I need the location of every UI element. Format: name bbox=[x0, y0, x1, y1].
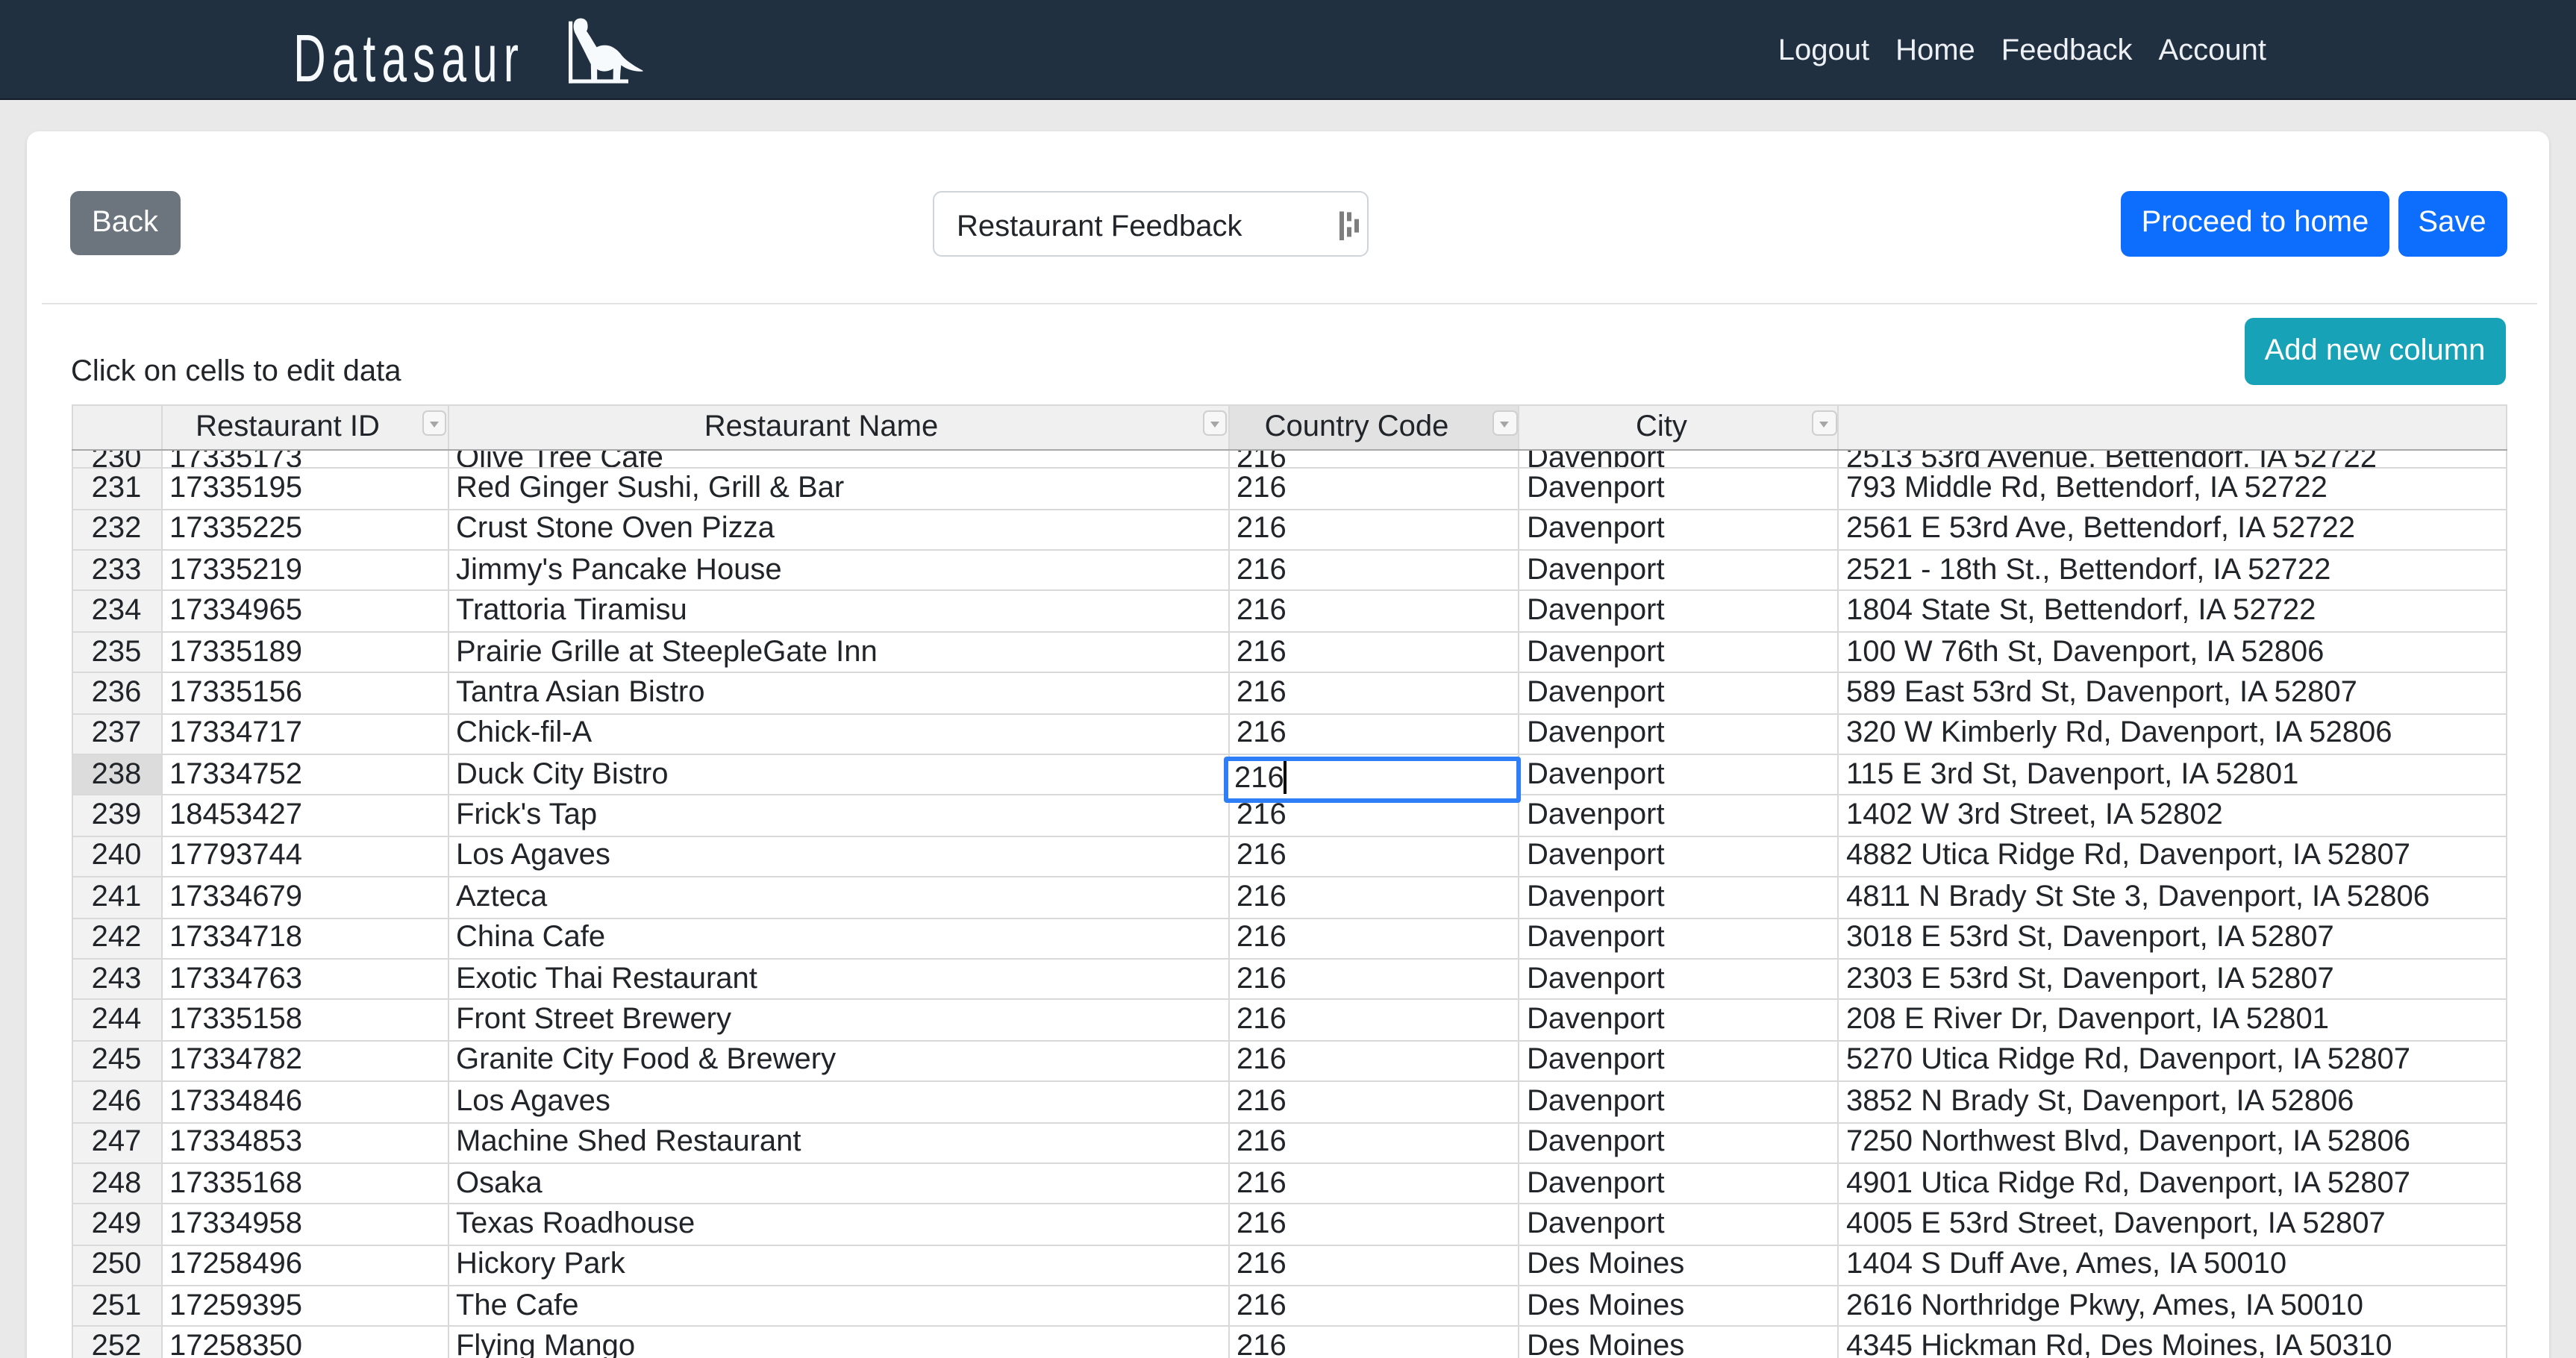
svg-text:Datasaur: Datasaur bbox=[297, 21, 525, 94]
